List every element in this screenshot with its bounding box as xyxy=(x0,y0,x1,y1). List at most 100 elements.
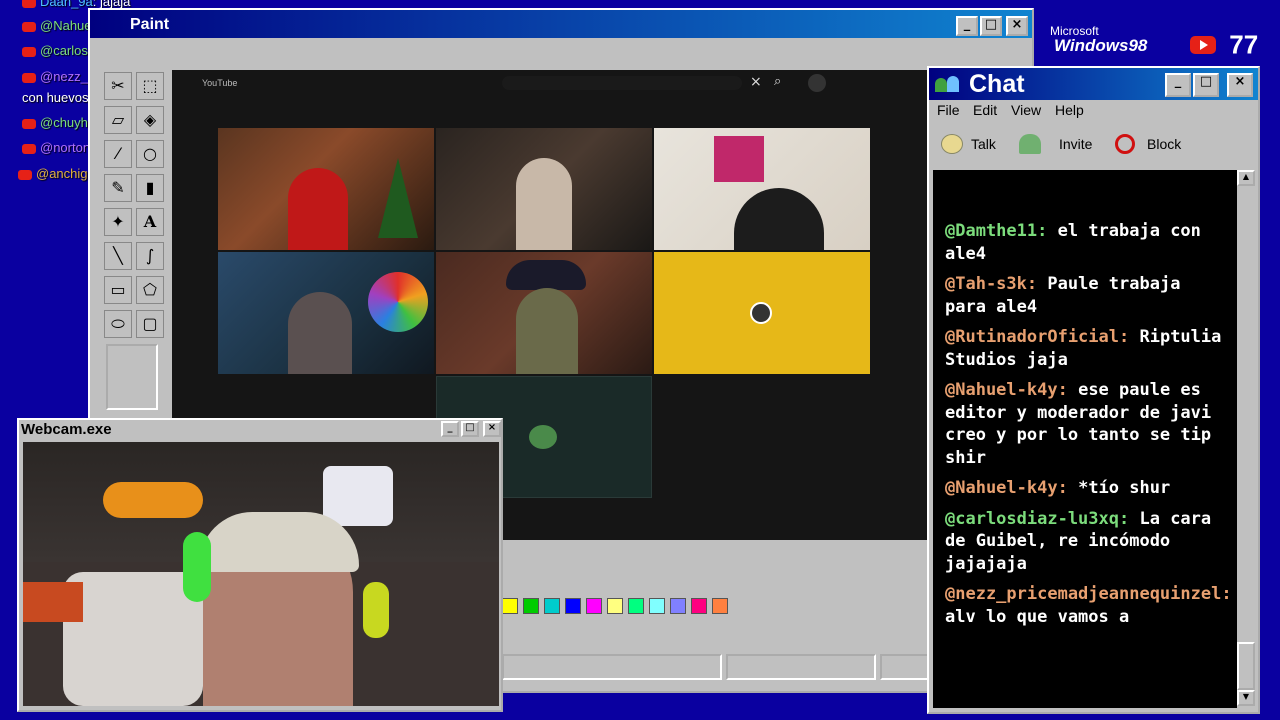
picker-icon[interactable]: ⁄ xyxy=(104,140,132,168)
youtube-icon xyxy=(22,0,36,8)
yellow-figure xyxy=(363,582,389,638)
scroll-down-icon[interactable]: ▼ xyxy=(1237,690,1255,706)
palette-swatch[interactable] xyxy=(565,598,581,614)
paint-title-bar: Paint _ □ × xyxy=(90,10,1032,38)
scroll-up-icon[interactable]: ▲ xyxy=(1237,170,1255,186)
frog-avatar-icon xyxy=(529,425,557,449)
chat-message: @Damthe11: el trabaja con ale4 xyxy=(945,220,1231,265)
rectangle-icon[interactable]: ▭ xyxy=(104,276,132,304)
status-cell-2 xyxy=(726,654,876,680)
minimize-button[interactable]: _ xyxy=(956,16,978,36)
search-icon[interactable]: ⌕ xyxy=(774,74,781,89)
palette-swatch[interactable] xyxy=(544,598,560,614)
chat-toolbar: Talk Invite Block xyxy=(937,130,1237,164)
pencil-icon[interactable]: ✎ xyxy=(104,174,132,202)
palette-swatch[interactable] xyxy=(523,598,539,614)
green-headphones xyxy=(183,532,211,602)
chat-message-user: @RutinadorOficial: xyxy=(945,327,1130,347)
select-icon[interactable]: ⬚ xyxy=(136,72,164,100)
menu-edit[interactable]: Edit xyxy=(973,102,997,118)
palette-swatch[interactable] xyxy=(712,598,728,614)
chat-window: Chat _ □ × File Edit View Help Talk Invi… xyxy=(927,66,1260,714)
palette-swatch[interactable] xyxy=(628,598,644,614)
youtube-icon xyxy=(22,72,36,83)
youtube-icon xyxy=(22,143,36,154)
youtube-icon xyxy=(22,118,36,129)
viewer-count: 77 xyxy=(1229,29,1259,60)
curve-icon[interactable]: ∫ xyxy=(136,242,164,270)
chat-message: @Nahuel-k4y: *tío shur xyxy=(945,477,1231,500)
clear-search-icon[interactable]: × xyxy=(750,74,762,90)
line-icon[interactable]: ╲ xyxy=(104,242,132,270)
paper-towel-roll xyxy=(323,466,393,526)
video-tile-1 xyxy=(218,128,434,250)
palette-swatch[interactable] xyxy=(649,598,665,614)
tool-options xyxy=(106,344,158,410)
palette-swatch[interactable] xyxy=(670,598,686,614)
talk-icon xyxy=(941,134,963,154)
chat-messages: @Damthe11: el trabaja con ale4 @Tah-s3k: … xyxy=(933,170,1237,708)
brush-icon[interactable]: ▮ xyxy=(136,174,164,202)
webcam-title-bar: Webcam.exe _ □ × xyxy=(19,420,501,440)
video-tile-3 xyxy=(654,128,870,250)
status-cell-1 xyxy=(502,654,722,680)
webcam-close-button[interactable]: × xyxy=(483,421,501,437)
palette-swatch[interactable] xyxy=(586,598,602,614)
maximize-button[interactable]: □ xyxy=(980,16,1002,36)
invite-button[interactable]: Invite xyxy=(1015,130,1105,160)
chat-maximize-button[interactable]: □ xyxy=(1193,73,1219,97)
youtube-icon xyxy=(18,169,32,180)
ellipse-icon[interactable]: ⬭ xyxy=(104,310,132,338)
windows98-logo: Microsoft Windows98 xyxy=(1048,22,1178,58)
wall-painting xyxy=(714,136,764,182)
palette-swatch[interactable] xyxy=(607,598,623,614)
person-hat xyxy=(516,288,578,374)
palette-swatch[interactable] xyxy=(691,598,707,614)
chat-message: @carlosdiaz-lu3xq: La cara de Guibel, re… xyxy=(945,508,1231,576)
free-select-icon[interactable]: ✂ xyxy=(104,72,132,100)
block-label: Block xyxy=(1147,136,1182,152)
chat-title: Chat xyxy=(969,70,1025,98)
invite-icon xyxy=(1019,134,1041,154)
christmas-tree xyxy=(378,158,418,238)
chair xyxy=(63,572,203,706)
airbrush-icon[interactable]: ✦ xyxy=(104,208,132,236)
video-tile-6 xyxy=(654,252,870,374)
mic-icon[interactable] xyxy=(808,74,826,92)
youtube-bar: YouTube × ⌕ xyxy=(172,72,922,94)
youtube-search-input[interactable] xyxy=(502,76,742,90)
chat-message-user: @Nahuel-k4y: xyxy=(945,478,1068,498)
close-button[interactable]: × xyxy=(1006,16,1028,36)
cap xyxy=(199,512,359,572)
windows-logo-windows98: Windows98 xyxy=(1054,36,1148,55)
video-tile-2 xyxy=(436,128,652,250)
magnifier-icon[interactable]: ○ xyxy=(136,140,164,168)
avatar-icon xyxy=(750,302,772,324)
palette-swatch[interactable] xyxy=(502,598,518,614)
youtube-icon xyxy=(22,46,36,57)
talk-button[interactable]: Talk xyxy=(937,130,1007,160)
polygon-icon[interactable]: ⬠ xyxy=(136,276,164,304)
menu-file[interactable]: File xyxy=(937,102,960,118)
chat-scrollbar[interactable]: ▲ ▼ xyxy=(1237,170,1255,708)
webcam-feed xyxy=(23,442,499,706)
block-button[interactable]: Block xyxy=(1111,130,1191,160)
scroll-thumb[interactable] xyxy=(1237,642,1255,690)
shelf-red xyxy=(23,582,83,622)
eraser-icon[interactable]: ▱ xyxy=(104,106,132,134)
webcam-maximize-button[interactable]: □ xyxy=(461,421,479,437)
chat-message: @RutinadorOficial: Riptulia Studios jaja xyxy=(945,326,1231,371)
webcam-minimize-button[interactable]: _ xyxy=(441,421,459,437)
fill-icon[interactable]: ◈ xyxy=(136,106,164,134)
rounded-rect-icon[interactable]: ▢ xyxy=(136,310,164,338)
person-smiling xyxy=(288,292,352,374)
menu-help[interactable]: Help xyxy=(1055,102,1084,118)
chat-close-button[interactable]: × xyxy=(1227,73,1253,97)
chat-minimize-button[interactable]: _ xyxy=(1165,73,1191,97)
invite-label: Invite xyxy=(1059,136,1093,152)
video-tile-5 xyxy=(436,252,652,374)
block-icon xyxy=(1115,134,1135,154)
cowboy-hat xyxy=(506,260,586,290)
text-icon[interactable]: A xyxy=(136,208,164,236)
menu-view[interactable]: View xyxy=(1011,102,1041,118)
